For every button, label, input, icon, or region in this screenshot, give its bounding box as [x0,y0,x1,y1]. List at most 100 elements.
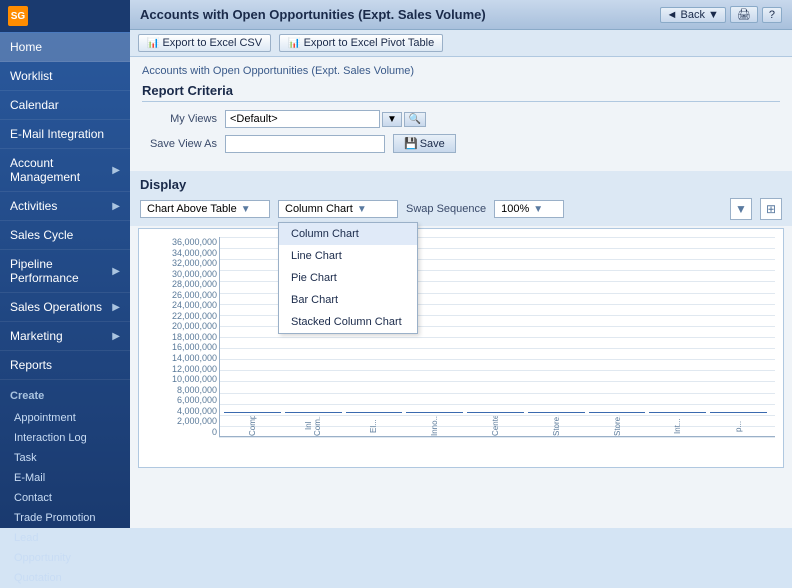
save-view-input[interactable] [225,135,385,153]
bar-group: Compu... [224,412,281,436]
y-axis-label: 28,000,000 [172,279,217,289]
bar-label: Int... [673,416,682,436]
y-axis-label: 2,000,000 [177,416,217,426]
y-axis-label: 34,000,000 [172,248,217,258]
chart-type-bar[interactable]: Bar Chart [279,289,417,311]
y-axis-label: 12,000,000 [172,364,217,374]
print-icon: 🖨 [737,9,751,21]
y-axis-label: 36,000,000 [172,237,217,247]
sidebar-header: SG [0,0,130,33]
sidebar-item-sales-ops[interactable]: Sales Operations ▶ [0,293,130,322]
export-pivot-button[interactable]: 📊 Export to Excel Pivot Table [279,34,443,52]
bar[interactable] [528,412,585,413]
dropdown-arrow-icon: ▼ [708,9,719,21]
sidebar-item-worklist[interactable]: Worklist [0,62,130,91]
bar-label: Store... [552,416,561,436]
bar-label: Center... [491,416,500,436]
sidebar-item-email[interactable]: E-Mail Integration [0,120,130,149]
bar[interactable] [224,412,281,413]
help-icon: ? [769,9,775,21]
sidebar-create-quotation[interactable]: Quotation [0,568,130,588]
export-pivot-icon: 📊 [288,38,300,49]
y-axis-label: 8,000,000 [177,385,217,395]
bar-group: Center... [467,412,524,436]
y-axis: 36,000,00034,000,00032,000,00030,000,000… [147,237,217,437]
grid-line [219,437,775,438]
bar-label: p... [734,416,743,436]
bar[interactable] [589,412,646,413]
y-axis-label: 26,000,000 [172,290,217,300]
chart-type-stacked[interactable]: Stacked Column Chart [279,311,417,333]
sidebar-item-calendar[interactable]: Calendar [0,91,130,120]
save-button[interactable]: 💾 Save [393,134,456,153]
sidebar-item-sales-cycle[interactable]: Sales Cycle [0,221,130,250]
content-area: Accounts with Open Opportunities (Expt. … [130,57,792,167]
bar[interactable] [285,412,342,413]
my-views-input[interactable] [225,110,380,128]
bar[interactable] [649,412,706,413]
chart-type-arrow-icon: ▼ [357,204,367,215]
bar[interactable] [346,412,403,413]
y-axis-label: 16,000,000 [172,342,217,352]
chart-type-column[interactable]: Column Chart [279,223,417,245]
back-button[interactable]: ◄ Back ▼ [660,7,726,23]
zoom-select[interactable]: 100% ▼ [494,200,564,218]
chart-type-select[interactable]: Column Chart ▼ [278,200,398,218]
chart-type-line[interactable]: Line Chart [279,245,417,267]
report-criteria-title: Report Criteria [142,83,780,102]
chevron-right-icon: ▶ [112,266,120,277]
my-views-select-wrapper: ▼ 🔍 [225,110,426,128]
y-axis-label: 14,000,000 [172,353,217,363]
my-views-search-button[interactable]: 🔍 [404,112,426,127]
bar-group: Int... [649,412,706,436]
help-button[interactable]: ? [762,7,782,23]
chevron-right-icon: ▶ [112,331,120,342]
chevron-right-icon: ▶ [112,201,120,212]
bar-group: Store... [589,412,646,436]
sidebar-item-marketing[interactable]: Marketing ▶ [0,322,130,351]
y-axis-label: 18,000,000 [172,332,217,342]
sidebar-item-reports[interactable]: Reports [0,351,130,380]
bar-group: p... [710,412,767,436]
bar[interactable] [406,412,463,413]
title-bar-controls: ◄ Back ▼ 🖨 ? [660,6,782,23]
zoom-arrow-icon: ▼ [533,204,543,215]
sidebar-item-pipeline[interactable]: Pipeline Performance ▶ [0,250,130,293]
y-axis-label: 0 [212,427,217,437]
sidebar-create-e-mail[interactable]: E-Mail [0,468,130,488]
sidebar: SG Home Worklist Calendar E-Mail Integra… [0,0,130,528]
bar[interactable] [467,412,524,413]
sidebar-item-activities[interactable]: Activities ▶ [0,192,130,221]
y-axis-label: 6,000,000 [177,395,217,405]
y-axis-label: 30,000,000 [172,269,217,279]
sidebar-create-trade-promotion[interactable]: Trade Promotion [0,508,130,528]
chart-type-pie[interactable]: Pie Chart [279,267,417,289]
sidebar-create-interaction-log[interactable]: Interaction Log [0,428,130,448]
export-csv-button[interactable]: 📊 Export to Excel CSV [138,34,271,52]
sidebar-item-account[interactable]: Account Management ▶ [0,149,130,192]
sidebar-create-appointment[interactable]: Appointment [0,408,130,428]
print-button[interactable]: 🖨 [730,6,758,23]
chevron-right-icon: ▶ [112,302,120,313]
sidebar-logo: SG [8,6,28,26]
bar-label: El... [369,416,378,436]
view-toggle-button[interactable]: ⊞ [760,198,782,220]
page-title: Accounts with Open Opportunities (Expt. … [140,7,486,22]
toolbar: 📊 Export to Excel CSV 📊 Export to Excel … [130,30,792,57]
chart-position-select[interactable]: Chart Above Table ▼ [140,200,270,218]
filter-button[interactable]: ▼ [730,198,752,220]
sidebar-create-task[interactable]: Task [0,448,130,468]
my-views-dropdown-button[interactable]: ▼ [382,112,402,127]
back-arrow-icon: ◄ [667,9,678,21]
sidebar-create-lead[interactable]: Lead [0,528,130,548]
chart-area: 36,000,00034,000,00032,000,00030,000,000… [138,228,784,468]
y-axis-label: 22,000,000 [172,311,217,321]
bar-group: El... [346,412,403,436]
sidebar-create-opportunity[interactable]: Opportunity [0,548,130,568]
sidebar-create-contact[interactable]: Contact [0,488,130,508]
bar-group: Store... [528,412,585,436]
bar[interactable] [710,412,767,413]
y-axis-label: 4,000,000 [177,406,217,416]
title-bar: Accounts with Open Opportunities (Expt. … [130,0,792,30]
sidebar-item-home[interactable]: Home [0,33,130,62]
